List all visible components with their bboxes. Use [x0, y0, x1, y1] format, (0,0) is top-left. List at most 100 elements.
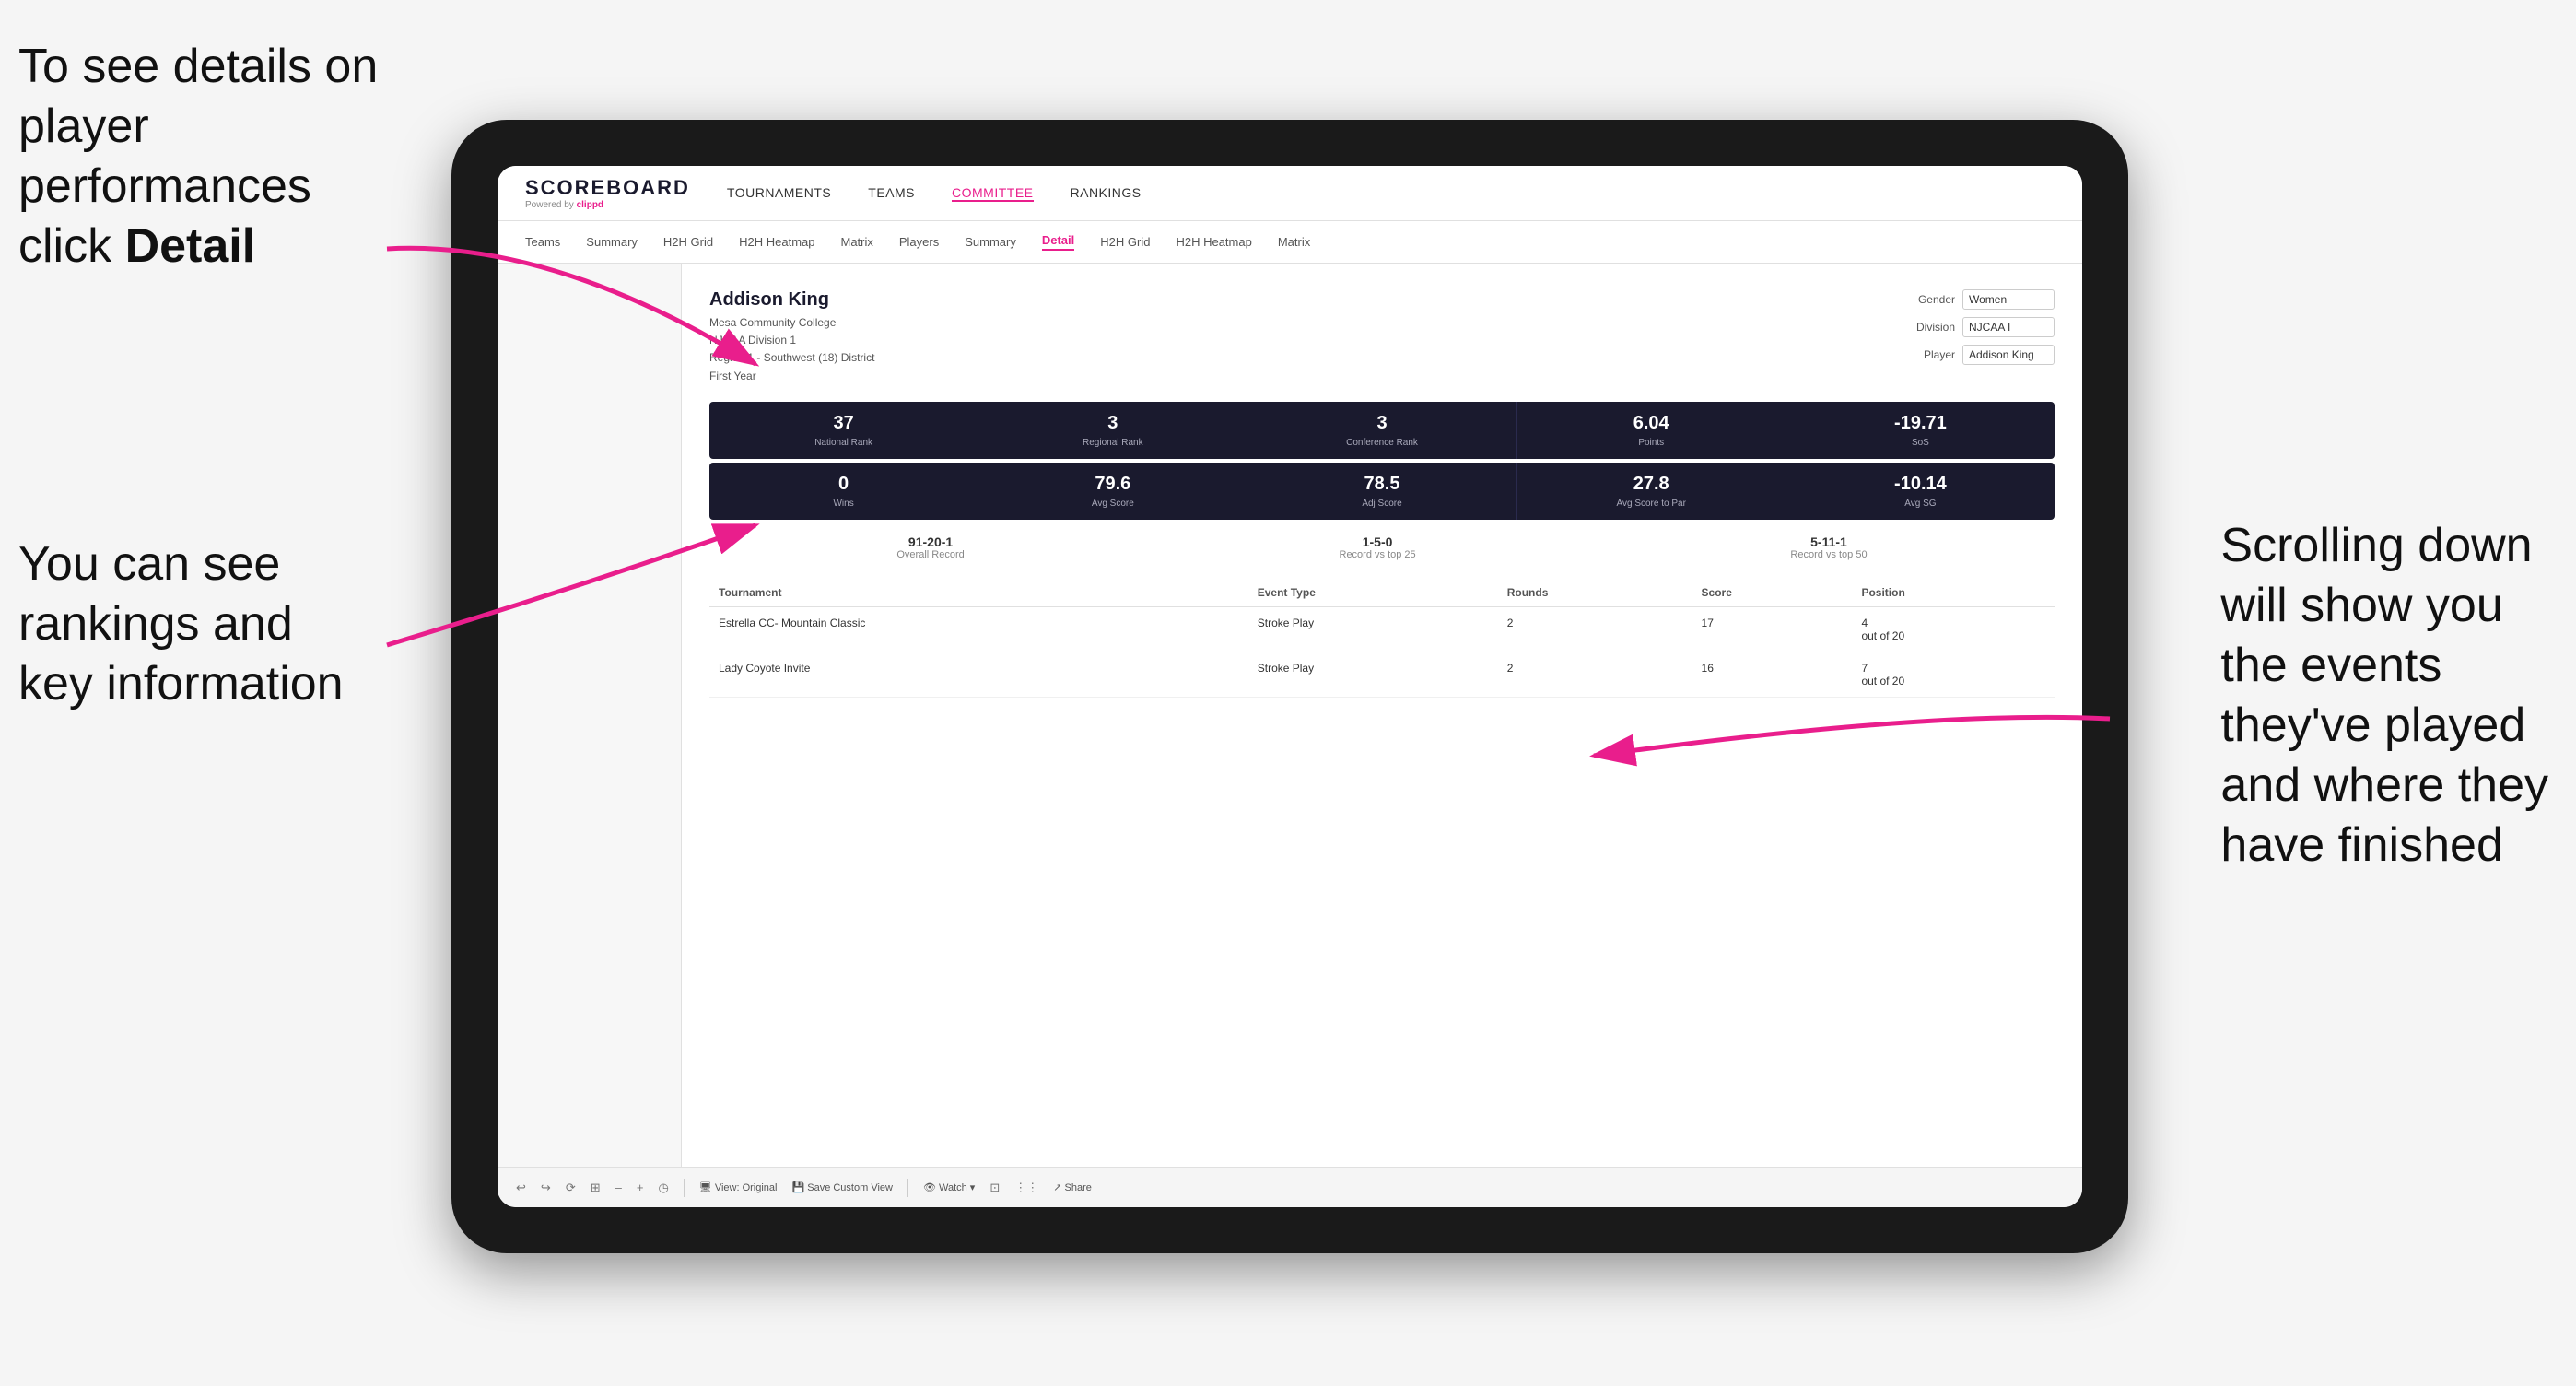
wins-label: Wins	[717, 499, 970, 509]
division-label: Division	[1916, 321, 1955, 334]
zoom-in-icon[interactable]: ⊞	[591, 1180, 601, 1195]
record-top50: 5-11-1 Record vs top 50	[1790, 534, 1867, 560]
gender-filter-row: Gender Women Men	[1918, 289, 2055, 310]
annotation-line1: To see details onplayer performancesclic…	[18, 40, 378, 273]
player-filters: Gender Women Men Division NJCAA I NJCAA …	[1916, 289, 2055, 385]
stats-row-2: 0 Wins 79.6 Avg Score 78.5 Adj Score 27.…	[709, 463, 2055, 520]
subnav-summary[interactable]: Summary	[586, 235, 638, 249]
refresh-icon[interactable]: ⟳	[566, 1180, 576, 1195]
subnav-h2h-grid2[interactable]: H2H Grid	[1100, 235, 1150, 249]
subnav-summary2[interactable]: Summary	[965, 235, 1016, 249]
subnav-h2h-heatmap[interactable]: H2H Heatmap	[739, 235, 814, 249]
nav-teams[interactable]: TEAMS	[868, 185, 915, 202]
nav-tournaments[interactable]: TOURNAMENTS	[727, 185, 831, 202]
top-nav: SCOREBOARD Powered by clippd TOURNAMENTS…	[498, 166, 2082, 221]
stat-conference-rank: 3 Conference Rank	[1247, 402, 1516, 459]
logo-area: SCOREBOARD Powered by clippd	[525, 176, 690, 210]
logo-powered: Powered by clippd	[525, 200, 690, 210]
stats-row-1: 37 National Rank 3 Regional Rank 3 Confe…	[709, 402, 2055, 459]
score-2: 16	[1692, 652, 1853, 697]
player-name: Addison King	[709, 289, 874, 311]
player-school: Mesa Community College	[709, 314, 874, 332]
stat-wins: 0 Wins	[709, 463, 978, 520]
player-filter-row: Player Addison King	[1924, 345, 2055, 365]
record-top25-label: Record vs top 25	[1340, 549, 1416, 560]
adj-score-label: Adj Score	[1255, 499, 1508, 509]
view-original-button[interactable]: 🖥 View: Original	[699, 1181, 778, 1193]
regional-rank-value: 3	[986, 413, 1239, 434]
player-select[interactable]: Addison King	[1962, 345, 2055, 365]
nav-items: TOURNAMENTS TEAMS COMMITTEE RANKINGS	[727, 185, 1142, 202]
undo-icon[interactable]: ↩	[516, 1180, 526, 1195]
subnav-matrix[interactable]: Matrix	[840, 235, 872, 249]
avg-score-value: 79.6	[986, 474, 1239, 495]
event-type-2: Stroke Play	[1248, 652, 1498, 697]
national-rank-value: 37	[717, 413, 970, 434]
tournament-name-1: Estrella CC- Mountain Classic	[709, 606, 1248, 652]
avg-score-label: Avg Score	[986, 499, 1239, 509]
subnav-players[interactable]: Players	[899, 235, 939, 249]
left-sidebar	[498, 264, 682, 1167]
sub-nav: Teams Summary H2H Grid H2H Heatmap Matri…	[498, 221, 2082, 264]
zoom-out-icon[interactable]: –	[615, 1180, 622, 1194]
annotation-top-left: To see details onplayer performancesclic…	[18, 37, 405, 276]
brand-name: clippd	[577, 200, 603, 210]
bottom-toolbar: ↩ ↪ ⟳ ⊞ – + ◷ 🖥 View: Original 💾 Save Cu…	[498, 1167, 2082, 1207]
stat-avg-sg: -10.14 Avg SG	[1786, 463, 2055, 520]
save-custom-view-button[interactable]: 💾 Save Custom View	[791, 1181, 892, 1193]
player-header: Addison King Mesa Community College NJCA…	[709, 289, 2055, 385]
redo-icon[interactable]: ↪	[541, 1180, 551, 1195]
stat-avg-score: 79.6 Avg Score	[978, 463, 1247, 520]
main-content: Addison King Mesa Community College NJCA…	[498, 264, 2082, 1167]
records-row: 91-20-1 Overall Record 1-5-0 Record vs t…	[709, 534, 2055, 560]
division-select[interactable]: NJCAA I NJCAA II	[1962, 317, 2055, 337]
stat-sos: -19.71 SoS	[1786, 402, 2055, 459]
avg-sg-value: -10.14	[1794, 474, 2047, 495]
tournament-name-2: Lady Coyote Invite	[709, 652, 1248, 697]
col-rounds: Rounds	[1498, 579, 1692, 607]
player-division: NJCAA Division 1	[709, 332, 874, 349]
col-score: Score	[1692, 579, 1853, 607]
stat-regional-rank: 3 Regional Rank	[978, 402, 1247, 459]
player-year: First Year	[709, 368, 874, 385]
tournament-table: Tournament Event Type Rounds Score Posit…	[709, 579, 2055, 698]
annotation-bottom-left: You can seerankings andkey information	[18, 534, 344, 714]
rounds-1: 2	[1498, 606, 1692, 652]
col-tournament: Tournament	[709, 579, 1248, 607]
annotation-right: Scrolling downwill show youthe eventsthe…	[2220, 516, 2548, 875]
record-overall: 91-20-1 Overall Record	[896, 534, 964, 560]
gender-select[interactable]: Women Men	[1962, 289, 2055, 310]
annotation-right-text: Scrolling downwill show youthe eventsthe…	[2220, 519, 2548, 872]
stat-points: 6.04 Points	[1517, 402, 1786, 459]
stat-adj-score: 78.5 Adj Score	[1247, 463, 1516, 520]
avg-score-to-par-value: 27.8	[1525, 474, 1778, 495]
table-row: Lady Coyote Invite Stroke Play 2 16 7out…	[709, 652, 2055, 697]
watch-button[interactable]: 👁 Watch ▾	[923, 1181, 975, 1193]
dots-icon[interactable]: ⋮⋮	[1014, 1180, 1038, 1195]
score-1: 17	[1692, 606, 1853, 652]
avg-score-to-par-label: Avg Score to Par	[1525, 499, 1778, 509]
nav-committee[interactable]: COMMITTEE	[952, 185, 1034, 202]
subnav-teams[interactable]: Teams	[525, 235, 560, 249]
subnav-detail[interactable]: Detail	[1042, 233, 1074, 251]
logo-scoreboard: SCOREBOARD	[525, 176, 690, 200]
tablet-screen: SCOREBOARD Powered by clippd TOURNAMENTS…	[498, 166, 2082, 1207]
subnav-h2h-grid[interactable]: H2H Grid	[663, 235, 713, 249]
stat-avg-score-to-par: 27.8 Avg Score to Par	[1517, 463, 1786, 520]
record-top50-value: 5-11-1	[1790, 534, 1867, 549]
sos-label: SoS	[1794, 438, 2047, 448]
nav-rankings[interactable]: RANKINGS	[1071, 185, 1142, 202]
plus-icon[interactable]: +	[637, 1180, 644, 1194]
points-value: 6.04	[1525, 413, 1778, 434]
subnav-matrix2[interactable]: Matrix	[1278, 235, 1310, 249]
subnav-h2h-heatmap2[interactable]: H2H Heatmap	[1176, 235, 1251, 249]
gender-label: Gender	[1918, 293, 1955, 306]
share-button[interactable]: ↗ Share	[1053, 1181, 1092, 1193]
grid-icon[interactable]: ⊡	[989, 1180, 1000, 1195]
clock-icon[interactable]: ◷	[658, 1180, 668, 1195]
position-2: 7out of 20	[1852, 652, 2055, 697]
stat-national-rank: 37 National Rank	[709, 402, 978, 459]
player-filter-label: Player	[1924, 348, 1955, 361]
record-overall-label: Overall Record	[896, 549, 964, 560]
col-position: Position	[1852, 579, 2055, 607]
